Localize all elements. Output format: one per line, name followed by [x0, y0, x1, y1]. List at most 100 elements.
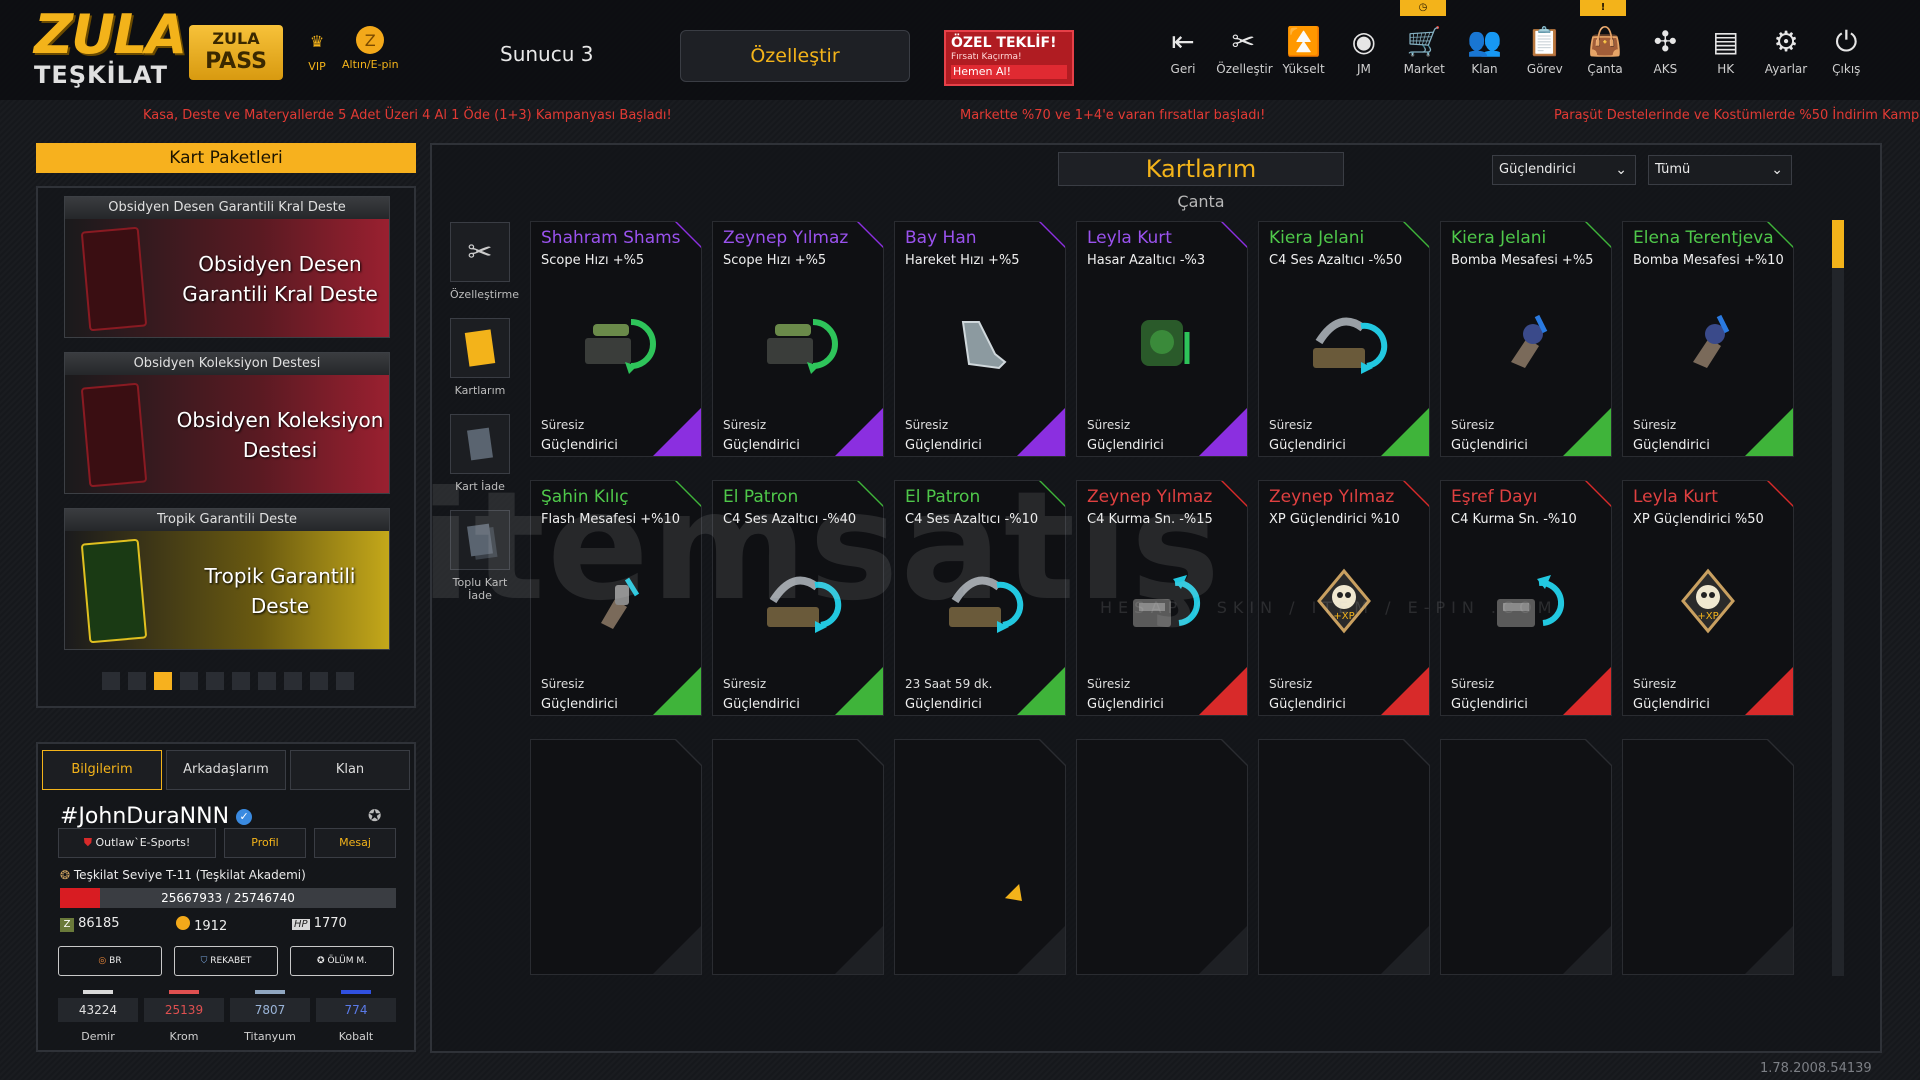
nav-ayarlar[interactable]: ⚙ Ayarlar — [1759, 24, 1813, 76]
nav-çanta[interactable]: 👜 Çanta — [1578, 24, 1632, 76]
card-type: Güçlendirici — [541, 697, 618, 712]
c4-icon — [1299, 302, 1389, 382]
boost-card[interactable]: Kiera Jelani C4 Ses Azaltıcı -%50 Süresiz G… — [1258, 221, 1430, 457]
empty-card-slot[interactable] — [712, 739, 884, 975]
page-dot[interactable] — [128, 672, 146, 690]
nav-çıkış[interactable]: ⏻ Çıkış — [1819, 24, 1873, 76]
slot-corner — [1381, 926, 1429, 974]
message-button[interactable]: Mesaj — [314, 828, 396, 858]
nav-label: Geri — [1170, 62, 1196, 76]
nav-yükselt[interactable]: ⏫ Yükselt — [1277, 24, 1331, 76]
material-value: 774 — [316, 998, 396, 1022]
game-logo[interactable]: ZULA TEŞKİLAT — [34, 8, 187, 94]
version-label: 1.78.2008.54139 — [1760, 1061, 1872, 1076]
nav-label: JM — [1356, 62, 1371, 76]
page-dot[interactable] — [284, 672, 302, 690]
tool-label: Özelleştirme — [450, 288, 519, 301]
ranked-icon: ⛉ — [200, 956, 208, 966]
nav-hk[interactable]: ▤ HK — [1699, 24, 1753, 76]
server-label[interactable]: Sunucu 3 — [500, 42, 593, 66]
crown-icon: ♛ — [309, 31, 325, 51]
empty-card-slot[interactable] — [1440, 739, 1612, 975]
nav-görev[interactable]: 📋 Görev — [1518, 24, 1572, 76]
empty-card-slot[interactable] — [894, 739, 1066, 975]
clan-tag-button[interactable]: ⛊ Outlaw`E-Sports! — [58, 828, 216, 858]
nav-geri[interactable]: ⇤ Geri — [1156, 24, 1210, 76]
clan-tag-label: Outlaw`E-Sports! — [95, 836, 191, 849]
tool-my-cards[interactable]: Kartlarım — [450, 318, 510, 397]
card-effect: Hasar Azaltıcı -%3 — [1087, 253, 1206, 268]
all-filter-dropdown[interactable]: Tümü ⌄ — [1648, 155, 1792, 185]
boost-card[interactable]: Zeynep Yılmaz Scope Hızı +%5 Süresiz Güçlen… — [712, 221, 884, 457]
slot-corner — [1017, 926, 1065, 974]
card-scrollbar[interactable] — [1832, 220, 1844, 976]
boost-card[interactable]: Leyla Kurt XP Güçlendirici %50 +XP Süresiz G… — [1622, 480, 1794, 716]
page-dot[interactable] — [180, 672, 198, 690]
rarity-corner — [1381, 408, 1429, 456]
card-name: Leyla Kurt — [1087, 228, 1172, 248]
card-duration: Süresiz — [1269, 418, 1313, 432]
mode-ranked-button[interactable]: ⛉ REKABET — [174, 946, 278, 976]
special-offer-banner[interactable]: ÖZEL TEKLİF! Fırsatı Kaçırma! Hemen Al! — [944, 30, 1074, 86]
tool-customize[interactable]: ✂ Özelleştirme — [450, 222, 519, 301]
tab-my-info[interactable]: Bilgilerim — [42, 750, 162, 790]
tab-friends[interactable]: Arkadaşlarım — [166, 750, 286, 790]
all-filter-value: Tümü — [1655, 162, 1691, 177]
card-name: Zeynep Yılmaz — [723, 228, 849, 248]
empty-card-slot[interactable] — [1622, 739, 1794, 975]
mode-deathmatch-button[interactable]: ✪ ÖLÜM M. — [290, 946, 394, 976]
page-subtitle: Çanta — [1177, 192, 1225, 211]
gold-coin-icon: Z — [356, 26, 385, 54]
material-value: 43224 — [58, 998, 138, 1022]
mode-label: BR — [109, 956, 122, 966]
pack-obsidian-collection[interactable]: Obsidyen Koleksiyon Destesi Obsidyen Kol… — [64, 352, 390, 494]
page-dot[interactable] — [154, 672, 172, 690]
profile-button[interactable]: Profil — [224, 828, 306, 858]
nav-market[interactable]: 🛒 Market — [1397, 24, 1451, 76]
gold-button[interactable]: Z Altın/E-pin — [342, 26, 399, 71]
boost-card[interactable]: Kiera Jelani Bomba Mesafesi +%5 Süresiz Güç… — [1440, 221, 1612, 457]
empty-card-slot[interactable] — [1258, 739, 1430, 975]
bag-icon: 👜 — [1587, 25, 1623, 58]
page-dot[interactable] — [206, 672, 224, 690]
nav-klan[interactable]: 👥 Klan — [1458, 24, 1512, 76]
boost-card[interactable]: Bay Han Hareket Hızı +%5 Süresiz Güçlendiri… — [894, 221, 1066, 457]
card-duration: Süresiz — [1633, 418, 1677, 432]
nav-aks[interactable]: ✣ AKS — [1638, 24, 1692, 76]
boost-card[interactable]: Shahram Shams Scope Hızı +%5 Süresiz Güçlen… — [530, 221, 702, 457]
type-filter-dropdown[interactable]: Güçlendirici ⌄ — [1492, 155, 1636, 185]
rarity-corner — [1199, 408, 1247, 456]
pack-tropic[interactable]: Tropik Garantili Deste Tropik Garantili … — [64, 508, 390, 650]
card-scrollbar-thumb[interactable] — [1832, 220, 1844, 268]
material-name: Demir — [81, 1030, 115, 1043]
empty-card-slot[interactable] — [530, 739, 702, 975]
mode-label: REKABET — [210, 956, 252, 966]
mode-br-button[interactable]: ◎ BR — [58, 946, 162, 976]
pack-banner: Obsidyen Desen Garantili Kral Deste — [65, 219, 389, 337]
settings-badge-icon[interactable]: ✪ — [368, 806, 381, 825]
page-dot[interactable] — [310, 672, 328, 690]
rarity-corner — [1199, 667, 1247, 715]
card-type: Güçlendirici — [723, 438, 800, 453]
boost-card[interactable]: Elena Terentjeva Bomba Mesafesi +%10 Süres… — [1622, 221, 1794, 457]
pack-obsidian-king[interactable]: Obsidyen Desen Garantili Kral Deste Obsi… — [64, 196, 390, 338]
page-dot[interactable] — [102, 672, 120, 690]
card-duration: Süresiz — [723, 677, 767, 691]
page-dot[interactable] — [258, 672, 276, 690]
tab-clan[interactable]: Klan — [290, 750, 410, 790]
zula-pass-button[interactable]: ZULA PASS — [189, 25, 283, 80]
page-dot[interactable] — [336, 672, 354, 690]
card-effect: C4 Kurma Sn. -%10 — [1451, 512, 1577, 527]
nav-jm[interactable]: ◉ JM — [1337, 24, 1391, 76]
hp-icon: HP — [292, 919, 310, 930]
customize-button[interactable]: Özelleştir — [680, 30, 910, 82]
boost-card[interactable]: Leyla Kurt Hasar Azaltıcı -%3 Süresiz Güçle… — [1076, 221, 1248, 457]
page-dot[interactable] — [232, 672, 250, 690]
nav-özelleştir[interactable]: ✂ Özelleştir — [1216, 24, 1272, 76]
empty-card-slot[interactable] — [1076, 739, 1248, 975]
cart-icon: 🛒 — [1406, 25, 1442, 58]
rarity-corner — [653, 667, 701, 715]
card-effect: Scope Hızı +%5 — [723, 253, 827, 268]
vip-button[interactable]: ♛ VIP — [302, 26, 332, 74]
mode-label: ÖLÜM M. — [327, 956, 367, 966]
